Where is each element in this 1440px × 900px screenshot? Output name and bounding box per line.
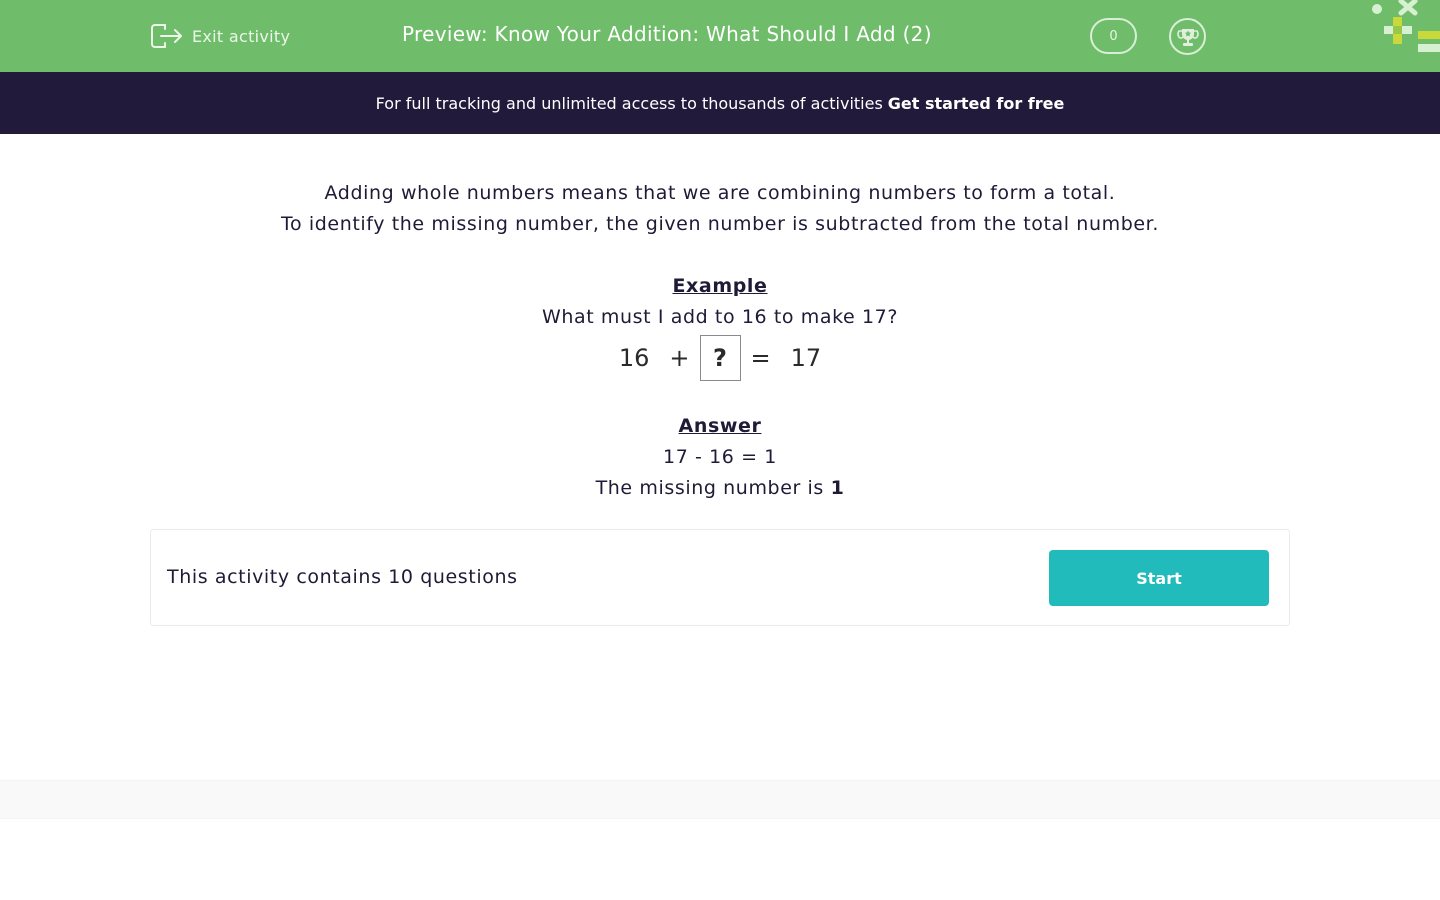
score-badge: 0 — [1090, 18, 1137, 54]
exit-activity-button[interactable]: Exit activity — [150, 22, 290, 50]
intro-line-1: Adding whole numbers means that we are c… — [324, 182, 1116, 204]
banner-text: For full tracking and unlimited access t… — [375, 93, 883, 113]
answer-calculation: 17 - 16 = 1 — [663, 446, 777, 468]
trophy-button[interactable] — [1169, 18, 1206, 55]
top-bar: Exit activity Preview: Know Your Additio… — [0, 0, 1440, 72]
example-equation: 16 + ? = 17 — [0, 335, 1440, 381]
exit-icon — [151, 24, 182, 48]
page-title: Preview: Know Your Addition: What Should… — [402, 22, 932, 46]
get-started-link[interactable]: Get started for free — [888, 94, 1065, 113]
missing-number-box: ? — [699, 335, 741, 381]
activity-start-card: This activity contains 10 questions Star… — [150, 529, 1290, 626]
question-count-text: This activity contains 10 questions — [167, 566, 518, 588]
equation-equals: = — [750, 344, 771, 372]
equation-addend: 16 — [618, 344, 650, 372]
math-symbols-logo-icon — [1372, 0, 1440, 52]
activity-intro: Adding whole numbers means that we are c… — [0, 178, 1440, 504]
answer-value: 1 — [830, 477, 845, 499]
answer-statement-text: The missing number is — [595, 477, 824, 499]
equation-plus: + — [669, 344, 690, 372]
example-heading: Example — [672, 275, 768, 297]
trophy-icon — [1176, 28, 1199, 46]
start-button[interactable]: Start — [1049, 550, 1269, 606]
intro-line-2: To identify the missing number, the give… — [281, 213, 1159, 235]
equation-total: 17 — [790, 344, 822, 372]
example-question: What must I add to 16 to make 17? — [541, 306, 899, 328]
answer-heading: Answer — [678, 415, 762, 437]
footer-strip — [0, 780, 1440, 819]
answer-statement: The missing number is 1 — [0, 473, 1440, 504]
exit-activity-label: Exit activity — [192, 26, 291, 46]
signup-banner: For full tracking and unlimited access t… — [0, 72, 1440, 134]
